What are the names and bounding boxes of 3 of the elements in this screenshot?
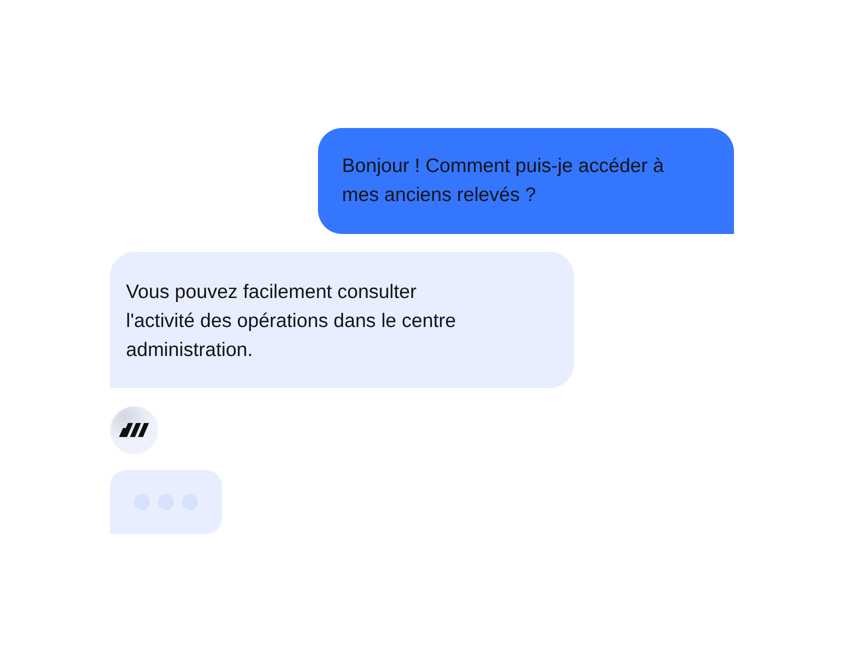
logo-icon <box>119 423 149 437</box>
message-bubble: Bonjour ! Comment puis-je accéder à mes anciens relevés ? <box>318 128 734 234</box>
message-bubble: Vous pouvez facilement consulter l'activité des opérations dans le centre administration. <box>110 252 574 388</box>
